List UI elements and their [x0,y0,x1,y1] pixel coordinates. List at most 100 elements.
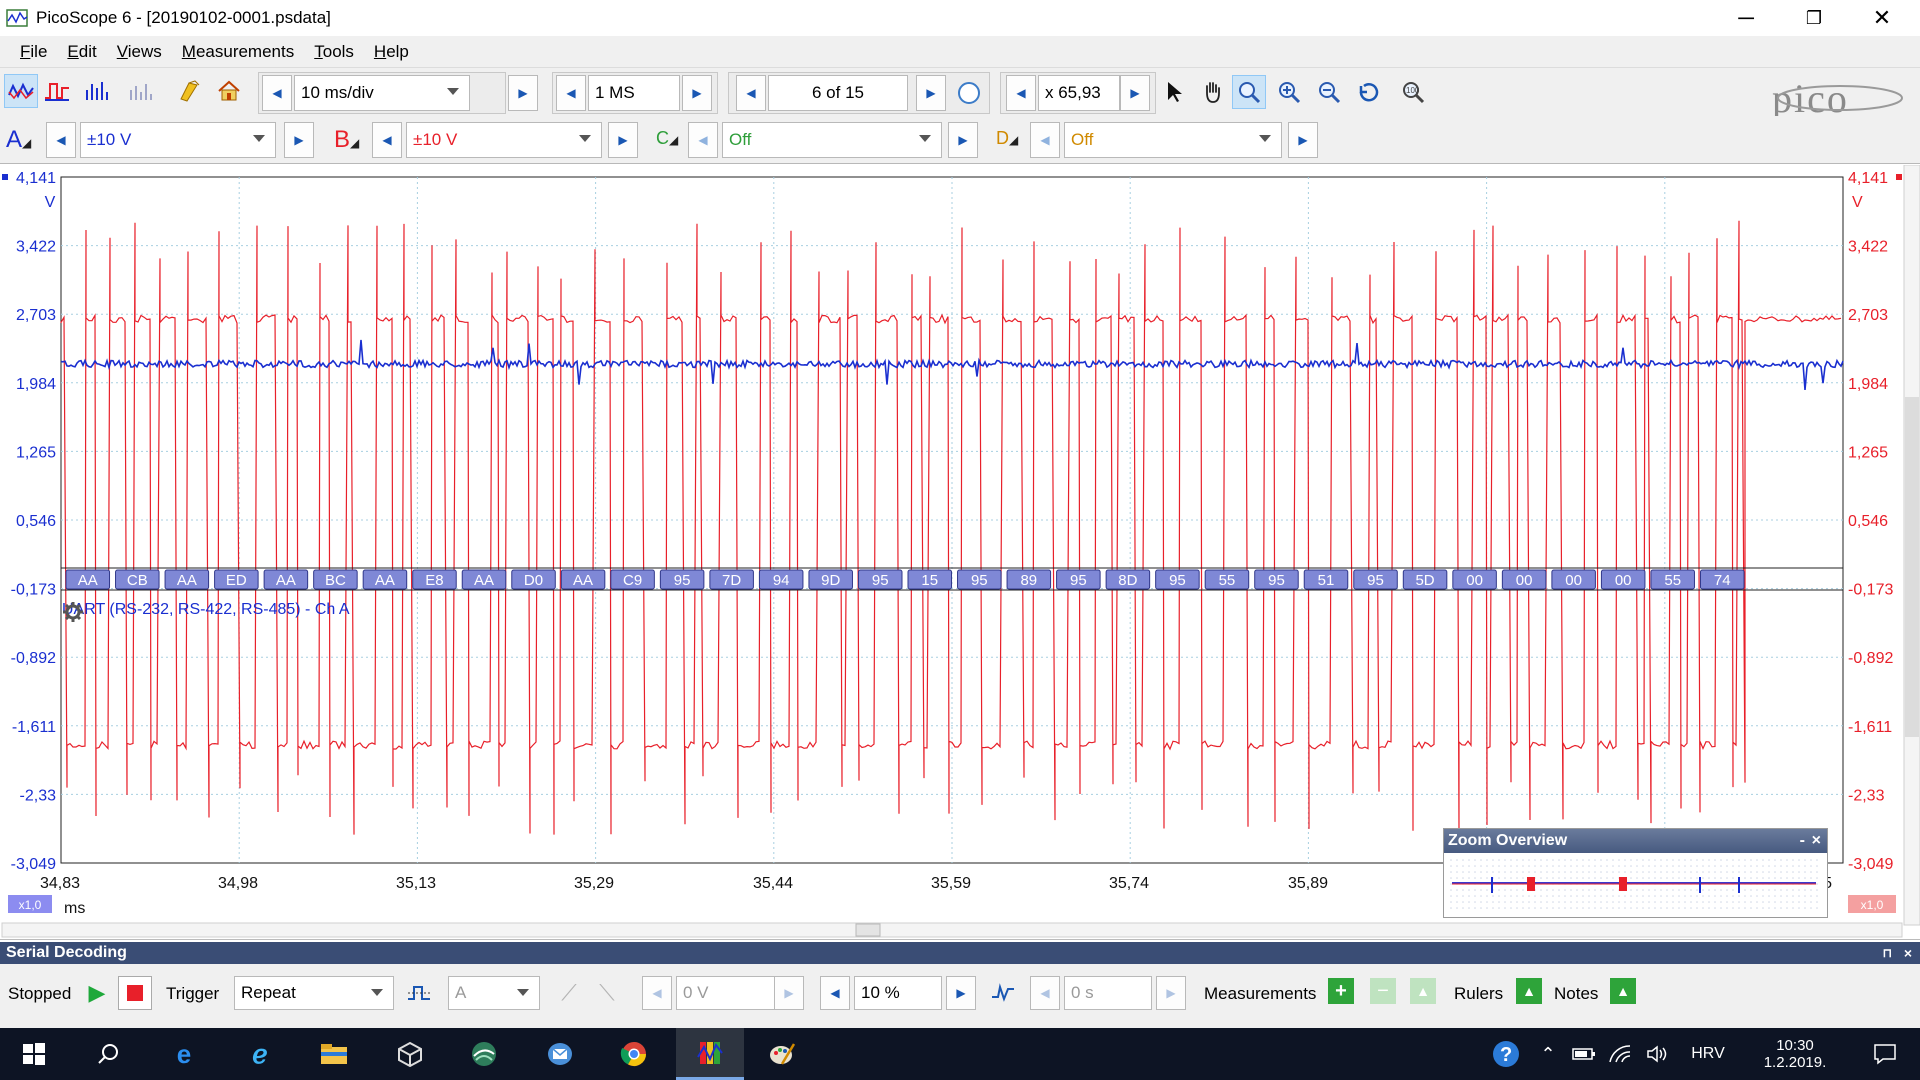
internet-explorer-icon[interactable]: ℯ [226,1028,294,1080]
timebase-select[interactable]: 10 ms/div [294,75,470,111]
channel-c-button[interactable]: C◢ [656,128,678,149]
buffer-navigator-icon[interactable] [952,76,986,110]
delete-measurement-icon[interactable]: ▲ [1410,978,1436,1004]
menu-edit[interactable]: Edit [57,42,106,62]
close-button[interactable]: ✕ [1852,0,1912,36]
scope-view[interactable]: AA CB AA ED AA BC AA E8 AA D0 AA C9 95 7D 94 9D 95 15 95 89… [0,165,1920,940]
notes-toggle-icon[interactable]: ▲ [1610,978,1636,1004]
trigger-source-select[interactable]: A [448,976,540,1010]
zoom-to-fit-icon[interactable]: 100 [1396,75,1430,109]
spectrum-mode-alt-icon[interactable] [124,74,158,108]
channel-c-range-select[interactable]: Off [722,122,942,158]
threshold-field[interactable]: 0 V [676,976,776,1010]
samples-decrease-button[interactable]: ◀ [556,75,586,111]
timebase-increase-button[interactable]: ▶ [508,75,538,111]
trigger-mode-select[interactable]: Repeat [234,976,394,1010]
edge-browser-icon[interactable]: e [150,1028,218,1080]
clock[interactable]: 10:30 1.2.2019. [1740,1028,1850,1080]
channel-b-button[interactable]: B◢ [334,126,359,154]
wifi-icon[interactable] [1602,1028,1638,1080]
channel-d-range-decrease-button[interactable]: ◀ [1030,122,1060,158]
channel-b-range-select[interactable]: ±10 V [406,122,602,158]
persistence-mode-icon[interactable] [40,74,74,108]
falling-edge-icon[interactable]: ⟍ [590,976,624,1010]
windows-start-icon[interactable] [0,1028,68,1080]
battery-icon[interactable] [1566,1028,1602,1080]
zoom-increase-button[interactable]: ▶ [1120,75,1150,111]
threshold-increase-button[interactable]: ▶ [774,976,804,1010]
3d-viewer-icon[interactable] [376,1028,444,1080]
advanced-trigger-icon[interactable] [402,976,436,1010]
channel-a-button[interactable]: A◢ [6,126,31,154]
channel-d-range-increase-button[interactable]: ▶ [1288,122,1318,158]
menu-help[interactable]: Help [364,42,419,62]
pin-icon[interactable]: ⊓ [1883,946,1892,960]
zoom-in-icon[interactable] [1272,75,1306,109]
channel-c-range-decrease-button[interactable]: ◀ [688,122,718,158]
pretrigger-field[interactable]: 10 % [854,976,942,1010]
uart-decode-label[interactable]: UART (RS-232, RS-422, RS-485) - Ch A [62,601,350,622]
zoom-out-icon[interactable] [1312,75,1346,109]
delay-field[interactable]: 0 s [1064,976,1152,1010]
rising-edge-icon[interactable]: ⟋ [552,976,586,1010]
auto-setup-icon[interactable] [172,74,206,108]
zoom-factor-field[interactable]: x 65,93 [1038,75,1120,111]
picoscope-taskbar-icon[interactable] [676,1028,744,1080]
threshold-decrease-button[interactable]: ◀ [642,976,672,1010]
next-capture-button[interactable]: ▶ [916,75,946,111]
help-icon[interactable]: ? [1484,1028,1528,1080]
menu-tools[interactable]: Tools [304,42,364,62]
zoom-decrease-button[interactable]: ◀ [1006,75,1036,111]
channel-a-range-decrease-button[interactable]: ◀ [46,122,76,158]
channel-d-button[interactable]: D◢ [996,128,1018,149]
add-measurement-icon[interactable]: + [1328,978,1354,1004]
chevron-up-icon[interactable]: ⌃ [1530,1028,1566,1080]
zoom-tool-icon[interactable] [1232,75,1266,109]
serial-decoding-bar[interactable]: Serial Decoding ⊓ × [0,942,1920,964]
scope-mode-icon[interactable] [4,74,38,108]
pretrigger-decrease-button[interactable]: ◀ [820,976,850,1010]
hand-tool-icon[interactable] [1196,75,1230,109]
home-icon[interactable] [212,74,246,108]
search-icon[interactable] [74,1028,142,1080]
start-capture-icon[interactable]: ▶ [80,976,114,1010]
channel-b-range-increase-button[interactable]: ▶ [608,122,638,158]
stop-capture-icon[interactable] [118,976,152,1010]
channel-a-range-select[interactable]: ±10 V [80,122,276,158]
volume-icon[interactable] [1640,1028,1676,1080]
network-app-icon[interactable] [450,1028,518,1080]
rulers-toggle-icon[interactable]: ▲ [1516,978,1542,1004]
mail-app-icon[interactable] [526,1028,594,1080]
menu-views[interactable]: Views [107,42,172,62]
zoom-overview-minimize-button[interactable]: - [1800,832,1805,850]
zoom-overview-close-button[interactable]: × [1812,832,1821,850]
action-center-icon[interactable] [1850,1028,1920,1080]
zoom-overview-panel[interactable]: Zoom Overview - × [1443,828,1828,918]
close-icon[interactable]: × [1904,945,1912,961]
capture-index-field[interactable]: 6 of 15 [768,75,908,111]
pretrigger-increase-button[interactable]: ▶ [946,976,976,1010]
maximize-button[interactable]: ❐ [1784,0,1844,36]
menu-measurements[interactable]: Measurements [172,42,304,62]
samples-field[interactable]: 1 MS [588,75,680,111]
gear-icon[interactable] [62,601,84,623]
delay-increase-button[interactable]: ▶ [1156,976,1186,1010]
samples-increase-button[interactable]: ▶ [682,75,712,111]
channel-c-range-increase-button[interactable]: ▶ [948,122,978,158]
paint-app-icon[interactable] [748,1028,816,1080]
timebase-decrease-button[interactable]: ◀ [262,75,292,111]
pointer-tool-icon[interactable] [1158,75,1192,109]
minimize-button[interactable]: ─ [1716,0,1776,36]
post-trigger-alarm-icon[interactable] [986,976,1020,1010]
file-explorer-icon[interactable] [300,1028,368,1080]
language-indicator[interactable]: HRV [1680,1028,1736,1080]
channel-d-range-select[interactable]: Off [1064,122,1282,158]
delay-decrease-button[interactable]: ◀ [1030,976,1060,1010]
channel-a-range-increase-button[interactable]: ▶ [284,122,314,158]
chrome-browser-icon[interactable] [600,1028,668,1080]
spectrum-mode-icon[interactable] [80,74,114,108]
channel-b-range-decrease-button[interactable]: ◀ [372,122,402,158]
edit-measurement-icon[interactable]: − [1370,978,1396,1004]
undo-zoom-icon[interactable] [1350,75,1384,109]
menu-file[interactable]: File [0,42,57,62]
